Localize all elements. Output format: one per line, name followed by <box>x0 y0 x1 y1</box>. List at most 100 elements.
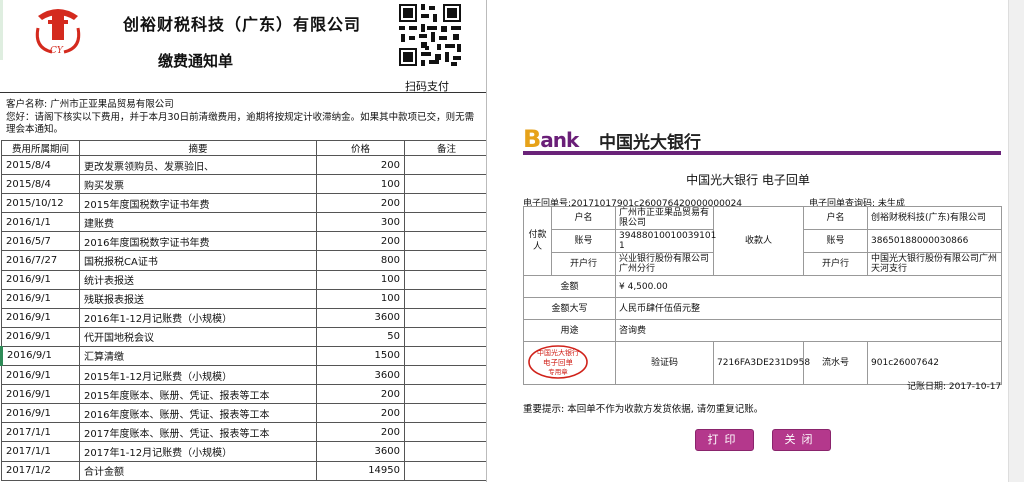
period-cell[interactable]: 2016/9/1 <box>1 288 80 309</box>
description-cell[interactable]: 统计表报送 <box>79 269 317 290</box>
description-cell[interactable]: 更改发票领购员、发票验旧、 <box>79 154 317 176</box>
description-cell[interactable]: 2015年度账本、账册、凭证、报表等工本 <box>79 384 317 405</box>
table-row: 2015/10/12 2015年度国税数字证书年费 200 <box>1 193 489 214</box>
price-cell[interactable]: 200 <box>316 403 405 424</box>
table-row: 2017/1/2 合计金额 14950 <box>1 460 489 481</box>
period-cell[interactable]: 2015/10/12 <box>1 193 80 214</box>
price-cell[interactable]: 200 <box>316 193 405 214</box>
remark-cell[interactable] <box>404 384 489 405</box>
table-row: 2016/7/27 国税报税CA证书 800 <box>1 250 489 271</box>
company-logo-icon: CY <box>35 9 81 56</box>
price-cell[interactable]: 200 <box>316 422 405 443</box>
payer-label: 付款人 <box>523 206 552 276</box>
close-button[interactable]: 关闭 <box>772 429 831 451</box>
table-row: 2015/8/4 更改发票领购员、发票验旧、 200 <box>1 154 489 176</box>
price-cell[interactable]: 1500 <box>316 345 405 367</box>
price-cell[interactable]: 14950 <box>316 460 405 481</box>
description-cell[interactable]: 2016年度国税数字证书年费 <box>79 231 317 252</box>
description-cell[interactable]: 2015年度国税数字证书年费 <box>79 193 317 214</box>
remark-cell[interactable] <box>404 365 489 386</box>
svg-text:CY: CY <box>50 46 64 56</box>
price-cell[interactable]: 3600 <box>316 307 405 328</box>
col-remark[interactable]: 备注 <box>404 140 489 156</box>
remark-cell[interactable] <box>404 460 489 481</box>
qr-code-icon[interactable] <box>397 2 463 68</box>
period-cell[interactable]: 2015/8/4 <box>1 174 80 195</box>
col-price[interactable]: 价格 <box>316 140 405 156</box>
description-cell[interactable]: 购买发票 <box>79 174 317 195</box>
period-cell[interactable]: 2017/1/2 <box>1 460 80 481</box>
price-cell[interactable]: 200 <box>316 384 405 405</box>
remark-cell[interactable] <box>404 193 489 214</box>
receipt-title: 中国光大银行 电子回单 <box>686 173 810 187</box>
remark-cell[interactable] <box>404 269 489 290</box>
fee-table: 费用所属期间 摘要 价格 备注 2015/8/4 更改发票领购员、发票验旧、 200… <box>0 140 489 481</box>
customer-name: 客户名称: 广州市正亚果品贸易有限公司 <box>6 99 174 110</box>
remark-cell[interactable] <box>404 250 489 271</box>
payee-account-label: 账号 <box>803 229 869 253</box>
period-cell[interactable]: 2016/9/1 <box>1 307 80 328</box>
period-cell[interactable]: 2017/1/1 <box>1 441 80 462</box>
remark-cell[interactable] <box>404 441 489 462</box>
bank-logo-b: B <box>523 125 541 153</box>
period-cell[interactable]: 2016/9/1 <box>0 345 80 367</box>
period-cell[interactable]: 2016/9/1 <box>1 384 80 405</box>
remark-cell[interactable] <box>404 154 489 176</box>
price-cell[interactable]: 3600 <box>316 365 405 386</box>
description-cell[interactable]: 残联报表报送 <box>79 288 317 309</box>
description-cell[interactable]: 合计金额 <box>79 460 317 481</box>
price-cell[interactable]: 100 <box>316 174 405 195</box>
period-cell[interactable]: 2015/8/4 <box>1 154 80 176</box>
col-description[interactable]: 摘要 <box>79 140 317 156</box>
price-cell[interactable]: 300 <box>316 212 405 233</box>
period-cell[interactable]: 2016/9/1 <box>1 365 80 386</box>
table-row: 2016/9/1 汇算清缴 1500 <box>0 345 489 367</box>
description-cell[interactable]: 2017年度账本、账册、凭证、报表等工本 <box>79 422 317 443</box>
table-row: 2016/9/1 2016年1-12月记账费（小规模） 3600 <box>1 307 489 328</box>
remark-cell[interactable] <box>404 231 489 252</box>
period-cell[interactable]: 2016/9/1 <box>1 403 80 424</box>
description-cell[interactable]: 2017年1-12月记账费（小规模） <box>79 441 317 462</box>
price-cell[interactable]: 200 <box>316 231 405 252</box>
print-button[interactable]: 打印 <box>695 429 754 451</box>
serial-label: 流水号 <box>803 341 869 385</box>
description-cell[interactable]: 2015年1-12月记账费（小规模） <box>79 365 317 386</box>
col-period[interactable]: 费用所属期间 <box>1 140 80 156</box>
table-row: 2016/9/1 2016年度账本、账册、凭证、报表等工本 200 <box>1 403 489 424</box>
price-cell[interactable]: 100 <box>316 269 405 290</box>
period-cell[interactable]: 2016/9/1 <box>1 269 80 290</box>
period-cell[interactable]: 2016/1/1 <box>1 212 80 233</box>
remark-cell[interactable] <box>404 174 489 195</box>
price-cell[interactable]: 50 <box>316 326 405 347</box>
table-row: 2017/1/1 2017年度账本、账册、凭证、报表等工本 200 <box>1 422 489 443</box>
remark-cell[interactable] <box>404 422 489 443</box>
description-cell[interactable]: 国税报税CA证书 <box>79 250 317 271</box>
payer-account-label: 账号 <box>551 229 616 253</box>
table-row: 2016/9/1 2015年1-12月记账费（小规模） 3600 <box>1 365 489 386</box>
remark-cell[interactable] <box>404 212 489 233</box>
vertical-scrollbar[interactable] <box>1008 0 1024 482</box>
description-cell[interactable]: 2016年1-12月记账费（小规模） <box>79 307 317 328</box>
table-row: 2016/5/7 2016年度国税数字证书年费 200 <box>1 231 489 252</box>
period-cell[interactable]: 2016/5/7 <box>1 231 80 252</box>
price-cell[interactable]: 3600 <box>316 441 405 462</box>
bank-logo: Bank <box>523 125 579 153</box>
period-cell[interactable]: 2017/1/1 <box>1 422 80 443</box>
description-cell[interactable]: 代开国地税会议 <box>79 326 317 347</box>
description-cell[interactable]: 汇算清缴 <box>79 345 317 367</box>
remark-cell[interactable] <box>404 345 489 367</box>
period-cell[interactable]: 2016/9/1 <box>1 326 80 347</box>
remark-cell[interactable] <box>404 307 489 328</box>
description-cell[interactable]: 2016年度账本、账册、凭证、报表等工本 <box>79 403 317 424</box>
price-cell[interactable]: 800 <box>316 250 405 271</box>
payment-notice-sheet: CY 创裕财税科技（广东）有限公司 缴费通知单 扫码支付 客户名称: 广州市正亚… <box>0 0 489 482</box>
sheet-edge <box>0 0 3 60</box>
remark-cell[interactable] <box>404 403 489 424</box>
remark-cell[interactable] <box>404 326 489 347</box>
price-cell[interactable]: 200 <box>316 154 405 176</box>
table-row: 2016/9/1 代开国地税会议 50 <box>1 326 489 347</box>
description-cell[interactable]: 建账费 <box>79 212 317 233</box>
remark-cell[interactable] <box>404 288 489 309</box>
price-cell[interactable]: 100 <box>316 288 405 309</box>
period-cell[interactable]: 2016/7/27 <box>1 250 80 271</box>
